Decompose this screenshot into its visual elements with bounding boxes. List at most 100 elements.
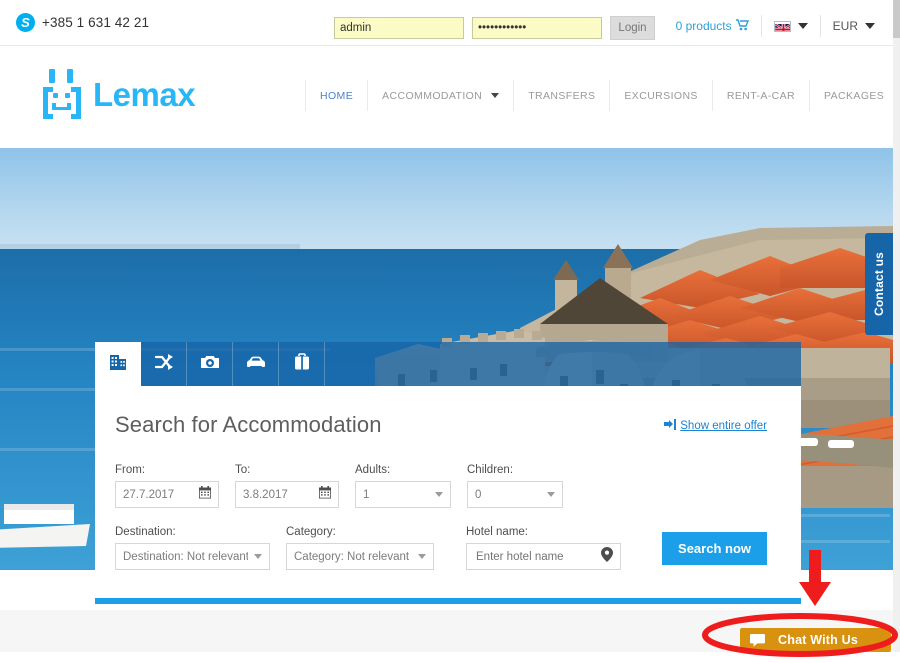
map-pin-icon[interactable] [601, 546, 613, 567]
search-widget: Search for Accommodation Show entire off… [95, 342, 801, 604]
adults-value: 1 [363, 488, 370, 501]
category-label: Category: [286, 526, 336, 538]
show-entire-offer-link[interactable]: Show entire offer [664, 419, 767, 433]
speech-bubble-icon [750, 633, 765, 647]
nav-item-home[interactable]: HOME [305, 80, 369, 111]
to-date-value: 3.8.2017 [243, 488, 288, 501]
nav-label: HOME [320, 89, 354, 102]
adults-label: Adults: [355, 464, 391, 476]
excursions-camera-icon [200, 352, 220, 377]
nav-item-rent-a-car[interactable]: RENT-A-CAR [713, 80, 811, 111]
packages-suitcase-icon [292, 352, 312, 377]
nav-label: RENT-A-CAR [726, 89, 796, 102]
shopping-cart-icon [735, 18, 749, 34]
adults-select[interactable]: 1 [355, 481, 451, 508]
currency-label: EUR [832, 19, 858, 33]
field-category: Category: Category: Not relevant [286, 526, 434, 570]
scrollbar-thumb[interactable] [893, 0, 900, 38]
sign-in-arrow-icon [664, 419, 677, 433]
utility-right-group: 0 products EUR [676, 14, 875, 38]
hotel-name-input[interactable] [474, 549, 601, 564]
rent-a-car-icon [245, 352, 267, 377]
uk-flag-icon [773, 20, 791, 32]
calendar-icon[interactable] [319, 485, 331, 504]
tabs-filler [325, 342, 801, 386]
nav-label: ACCOMMODATION [382, 89, 483, 102]
from-label: From: [115, 464, 146, 476]
tab-accommodation[interactable] [95, 342, 141, 386]
site-logo[interactable]: Lemax [40, 69, 196, 121]
password-input[interactable] [472, 17, 602, 39]
chevron-down-icon[interactable] [797, 23, 808, 29]
tab-packages[interactable] [279, 342, 325, 386]
show-entire-offer-label: Show entire offer [680, 420, 767, 432]
contact-us-label: Contact us [872, 251, 886, 316]
nav-label: TRANSFERS [528, 89, 596, 102]
tab-excursions[interactable] [187, 342, 233, 386]
skype-contact[interactable]: S +385 1 631 42 21 [16, 13, 149, 32]
hotel-name-label: Hotel name: [466, 526, 529, 538]
nav-item-transfers[interactable]: TRANSFERS [514, 80, 611, 111]
login-button[interactable]: Login [610, 16, 655, 40]
nav-item-accommodation[interactable]: ACCOMMODATION [368, 80, 515, 111]
field-destination: Destination: Destination: Not relevant [115, 526, 270, 570]
to-date-input[interactable]: 3.8.2017 [235, 481, 339, 508]
login-form: Login [334, 16, 655, 40]
currency-selector[interactable]: EUR [833, 19, 875, 33]
language-selector[interactable] [773, 20, 808, 32]
contact-us-side-tab[interactable]: Contact us [865, 233, 893, 335]
children-label: Children: [467, 464, 514, 476]
transfers-shuffle-icon [154, 352, 174, 377]
search-now-button[interactable]: Search now [662, 532, 767, 565]
chat-with-us-button[interactable]: Chat With Us [740, 628, 891, 652]
phone-number: +385 1 631 42 21 [42, 15, 150, 30]
lemax-robot-logo-icon [40, 69, 84, 121]
to-label: To: [235, 464, 251, 476]
panel-bottom-accent-bar [95, 598, 801, 604]
top-utility-bar: S +385 1 631 42 21 Login 0 products [0, 0, 893, 46]
field-adults: Adults: 1 [355, 464, 451, 508]
field-to: To: 3.8.2017 [235, 464, 339, 508]
cart-products-link[interactable]: 0 products [675, 18, 749, 34]
chevron-down-icon [254, 554, 262, 559]
field-children: Children: 0 [467, 464, 563, 508]
destination-select[interactable]: Destination: Not relevant [115, 543, 270, 570]
destination-value: Destination: Not relevant [123, 550, 248, 563]
category-select[interactable]: Category: Not relevant [286, 543, 434, 570]
logo-wordmark: Lemax [93, 76, 196, 113]
children-select[interactable]: 0 [467, 481, 563, 508]
calendar-icon[interactable] [199, 485, 211, 504]
search-category-tabs [95, 342, 801, 386]
chat-with-us-label: Chat With Us [778, 633, 859, 647]
field-hotel-name: Hotel name: [466, 526, 621, 570]
nav-item-packages[interactable]: PACKAGES [810, 80, 900, 111]
chevron-down-icon[interactable] [865, 23, 875, 29]
nav-label: EXCURSIONS [624, 89, 698, 102]
field-from: From: 27.7.2017 [115, 464, 219, 508]
skype-icon: S [16, 13, 35, 32]
chevron-down-icon [547, 492, 555, 497]
username-input[interactable] [334, 17, 464, 39]
search-fields-row-1: From: 27.7.2017 To: 3.8.2017 Adults: 1 C… [115, 464, 781, 508]
tab-transfers[interactable] [141, 342, 187, 386]
from-date-value: 27.7.2017 [123, 488, 175, 501]
divider [819, 15, 821, 37]
search-panel: Search for Accommodation Show entire off… [95, 386, 801, 598]
hotel-name-field[interactable] [466, 543, 621, 570]
page-scrollbar[interactable] [893, 0, 900, 652]
divider [760, 15, 762, 37]
main-navigation-bar: Lemax HOME ACCOMMODATION TRANSFERS EXCUR… [0, 47, 900, 145]
chevron-down-icon [435, 492, 443, 497]
destination-label: Destination: [115, 526, 176, 538]
hotel-building-icon [108, 352, 128, 377]
cart-products-label: 0 products [675, 19, 732, 33]
children-value: 0 [475, 488, 482, 501]
chevron-down-icon [418, 554, 426, 559]
tab-rent-a-car[interactable] [233, 342, 279, 386]
category-value: Category: Not relevant [294, 550, 410, 563]
chevron-down-icon [491, 93, 500, 98]
primary-menu: HOME ACCOMMODATION TRANSFERS EXCURSIONS … [305, 80, 900, 111]
from-date-input[interactable]: 27.7.2017 [115, 481, 219, 508]
nav-label: PACKAGES [824, 89, 885, 102]
nav-item-excursions[interactable]: EXCURSIONS [610, 80, 713, 111]
